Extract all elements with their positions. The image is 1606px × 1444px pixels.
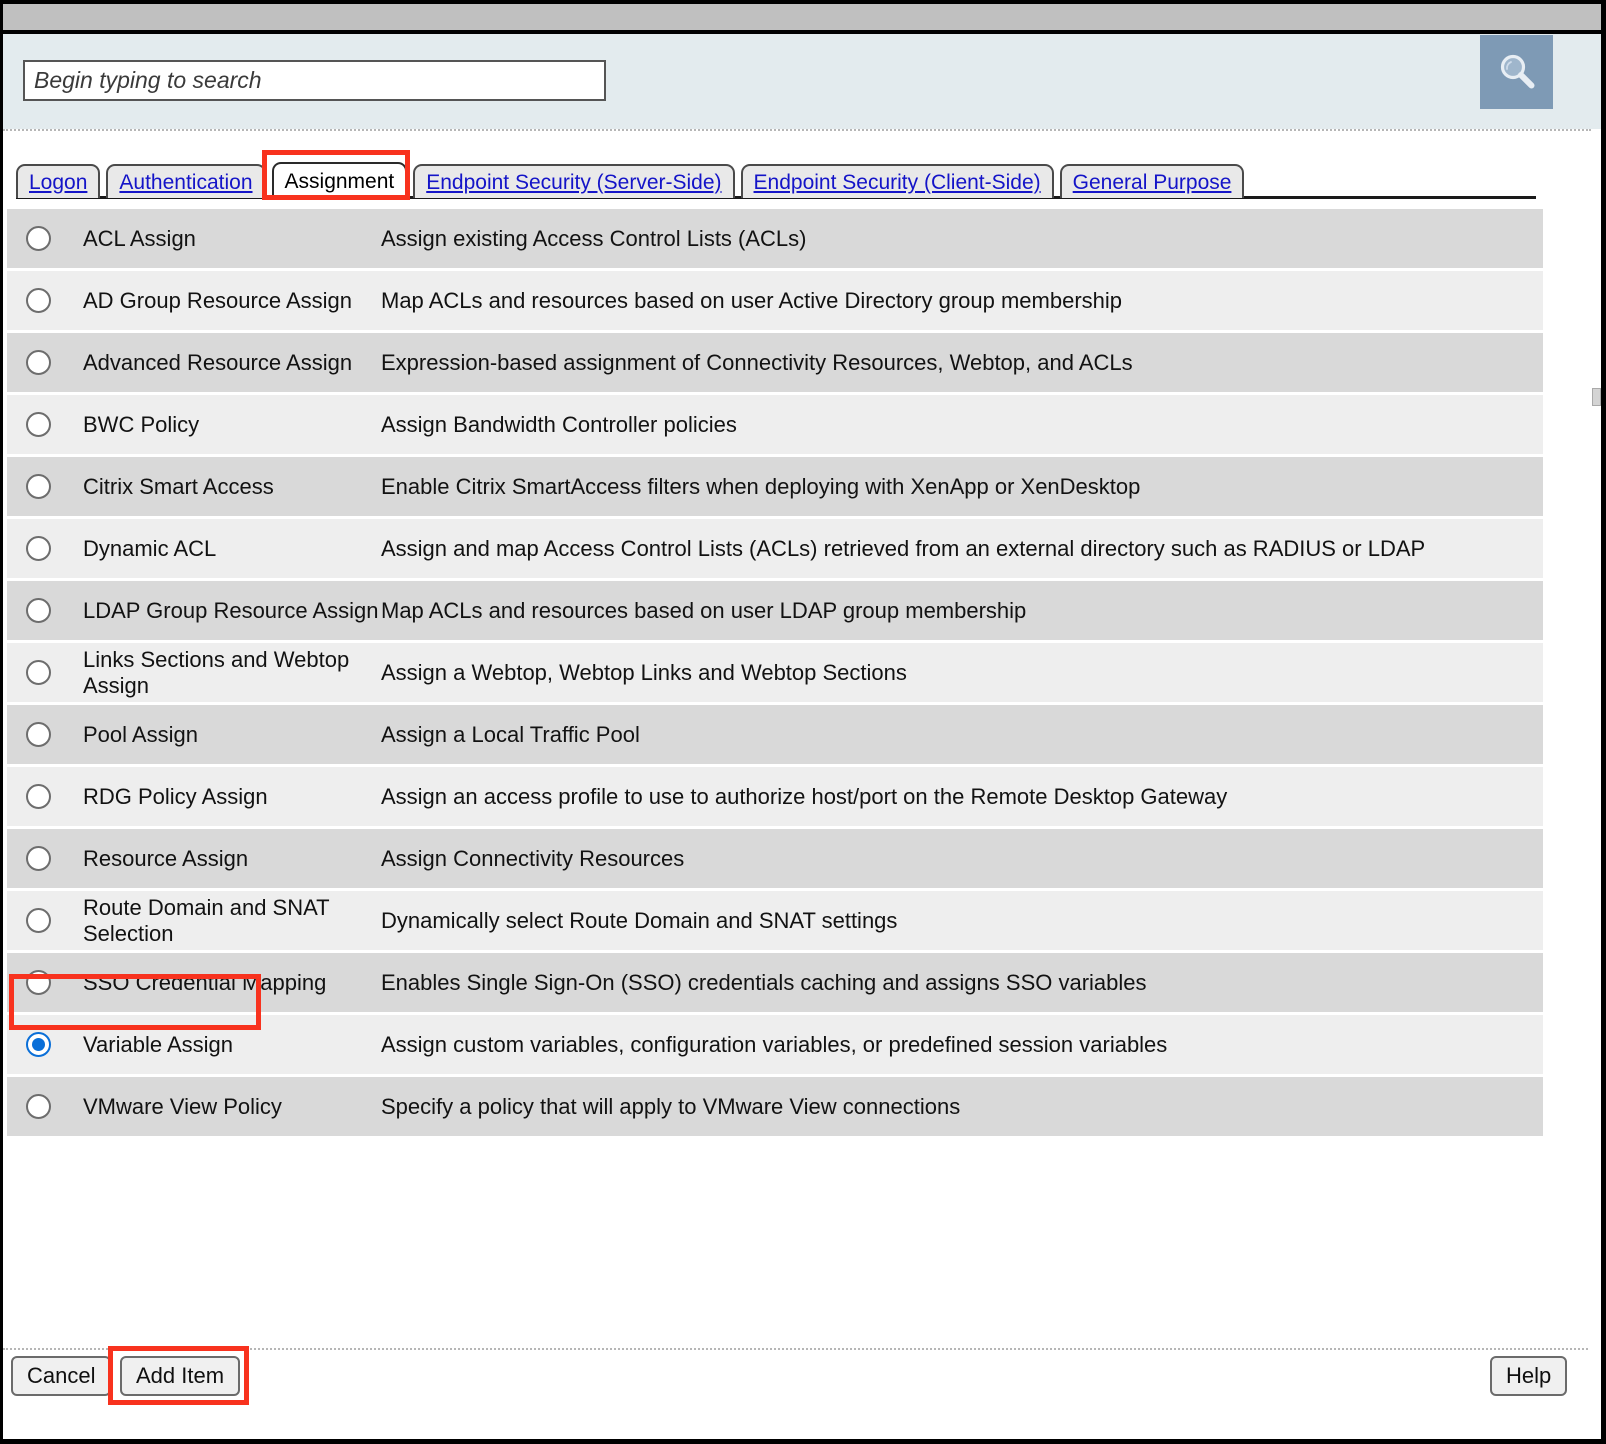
item-name: Dynamic ACL (83, 535, 217, 561)
item-description: Assign an access profile to use to autho… (381, 783, 1228, 809)
item-row[interactable]: Links Sections and Webtop Assign Assign a… (7, 643, 1543, 702)
footer-bar: Cancel Add Item Help (3, 1346, 1601, 1436)
item-description: Assign custom variables, configuration v… (381, 1031, 1168, 1057)
tab-endpoint-security-client-side[interactable]: Endpoint Security (Client-Side) (740, 164, 1054, 198)
item-row[interactable]: SSO Credential Mapping Enables Single Sig… (7, 953, 1543, 1012)
tab-label: Authentication (119, 170, 253, 194)
item-radio[interactable] (26, 908, 51, 933)
cancel-button[interactable]: Cancel (11, 1356, 112, 1396)
item-radio[interactable] (26, 288, 51, 313)
item-name: Advanced Resource Assign (83, 349, 353, 375)
item-radio[interactable] (26, 970, 51, 995)
tab-general-purpose[interactable]: General Purpose (1059, 164, 1245, 198)
tab-authentication[interactable]: Authentication (106, 164, 266, 198)
search-input[interactable] (23, 60, 606, 101)
tab-assignment[interactable]: Assignment (271, 162, 408, 198)
item-name: LDAP Group Resource Assign (83, 597, 379, 623)
item-description: Map ACLs and resources based on user LDA… (381, 597, 1027, 623)
item-description: Assign a Webtop, Webtop Links and Webtop… (381, 659, 907, 685)
item-row[interactable]: LDAP Group Resource Assign Map ACLs and r… (7, 581, 1543, 640)
scrollbar-thumb[interactable] (1592, 388, 1601, 406)
item-description: Assign a Local Traffic Pool (381, 721, 640, 747)
item-description: Enables Single Sign-On (SSO) credentials… (381, 969, 1147, 995)
item-name: Variable Assign (83, 1031, 234, 1057)
item-name: Resource Assign (83, 845, 249, 871)
item-name: BWC Policy (83, 411, 200, 437)
item-row[interactable]: Pool Assign Assign a Local Traffic Pool (7, 705, 1543, 764)
item-name: Citrix Smart Access (83, 473, 274, 499)
tab-strip: Logon Authentication Assignment Endpoint Se… (16, 158, 1245, 198)
item-name: ACL Assign (83, 225, 196, 251)
item-name: RDG Policy Assign (83, 783, 268, 809)
item-name: Route Domain and SNAT Selection (83, 894, 330, 946)
item-name: VMware View Policy (83, 1093, 282, 1119)
item-radio[interactable] (26, 660, 51, 685)
item-description: Specify a policy that will apply to VMwa… (381, 1093, 961, 1119)
search-icon (1500, 54, 1534, 89)
add-item-button[interactable]: Add Item (120, 1356, 241, 1396)
tab-label: Logon (29, 170, 88, 194)
item-row[interactable]: RDG Policy Assign Assign an access profil… (7, 767, 1543, 826)
item-row[interactable]: Citrix Smart Access Enable Citrix SmartAc… (7, 457, 1543, 516)
item-description: Dynamically select Route Domain and SNAT… (381, 907, 898, 933)
item-description: Map ACLs and resources based on user Act… (381, 287, 1123, 313)
tab-label: General Purpose (1072, 170, 1232, 194)
item-row[interactable]: Resource Assign Assign Connectivity Resou… (7, 829, 1543, 888)
tab-label: Endpoint Security (Server-Side) (426, 170, 722, 194)
item-row[interactable]: AD Group Resource Assign Map ACLs and res… (7, 271, 1543, 330)
item-description: Assign existing Access Control Lists (AC… (381, 225, 807, 251)
item-row[interactable]: VMware View Policy Specify a policy that … (7, 1077, 1543, 1136)
item-list: ACL Assign Assign existing Access Control… (7, 209, 1543, 1136)
item-name: Pool Assign (83, 721, 198, 747)
item-row[interactable]: ACL Assign Assign existing Access Control… (7, 209, 1543, 268)
tab-logon[interactable]: Logon (16, 164, 101, 198)
item-radio[interactable] (26, 722, 51, 747)
item-name: AD Group Resource Assign (83, 287, 353, 313)
item-name: Links Sections and Webtop Assign (83, 646, 350, 698)
item-radio[interactable] (26, 412, 51, 437)
window-titlebar (3, 0, 1601, 34)
item-description: Assign and map Access Control Lists (ACL… (381, 535, 1426, 561)
add-item-dialog: Logon Authentication Assignment Endpoint Se… (0, 0, 1606, 1444)
item-radio[interactable] (26, 784, 51, 809)
item-row[interactable]: BWC Policy Assign Bandwidth Controller po… (7, 395, 1543, 454)
item-description: Enable Citrix SmartAccess filters when d… (381, 473, 1141, 499)
search-band (3, 34, 1601, 129)
item-description: Assign Connectivity Resources (381, 845, 685, 871)
tab-endpoint-security-server-side[interactable]: Endpoint Security (Server-Side) (413, 164, 735, 198)
footer-divider (3, 1348, 1588, 1350)
item-radio[interactable] (26, 598, 51, 623)
item-radio[interactable] (26, 474, 51, 499)
help-button[interactable]: Help (1490, 1356, 1568, 1396)
item-description: Assign Bandwidth Controller policies (381, 411, 737, 437)
item-row[interactable]: Variable Assign Assign custom variables, … (7, 1015, 1543, 1074)
item-radio[interactable] (26, 846, 51, 871)
item-radio[interactable] (26, 226, 51, 251)
item-radio[interactable] (26, 536, 51, 561)
item-row[interactable]: Advanced Resource Assign Expression-based… (7, 333, 1543, 392)
item-row[interactable]: Route Domain and SNAT Selection Dynamical… (7, 891, 1543, 950)
item-radio[interactable] (26, 1032, 51, 1057)
tab-label: Assignment (284, 169, 395, 193)
search-divider (3, 129, 1591, 131)
item-description: Expression-based assignment of Connectiv… (381, 349, 1133, 375)
item-radio[interactable] (26, 1094, 51, 1119)
item-name: SSO Credential Mapping (83, 969, 327, 995)
search-button[interactable] (1480, 35, 1553, 109)
tab-label: Endpoint Security (Client-Side) (753, 170, 1041, 194)
item-radio[interactable] (26, 350, 51, 375)
item-row[interactable]: Dynamic ACL Assign and map Access Control… (7, 519, 1543, 578)
